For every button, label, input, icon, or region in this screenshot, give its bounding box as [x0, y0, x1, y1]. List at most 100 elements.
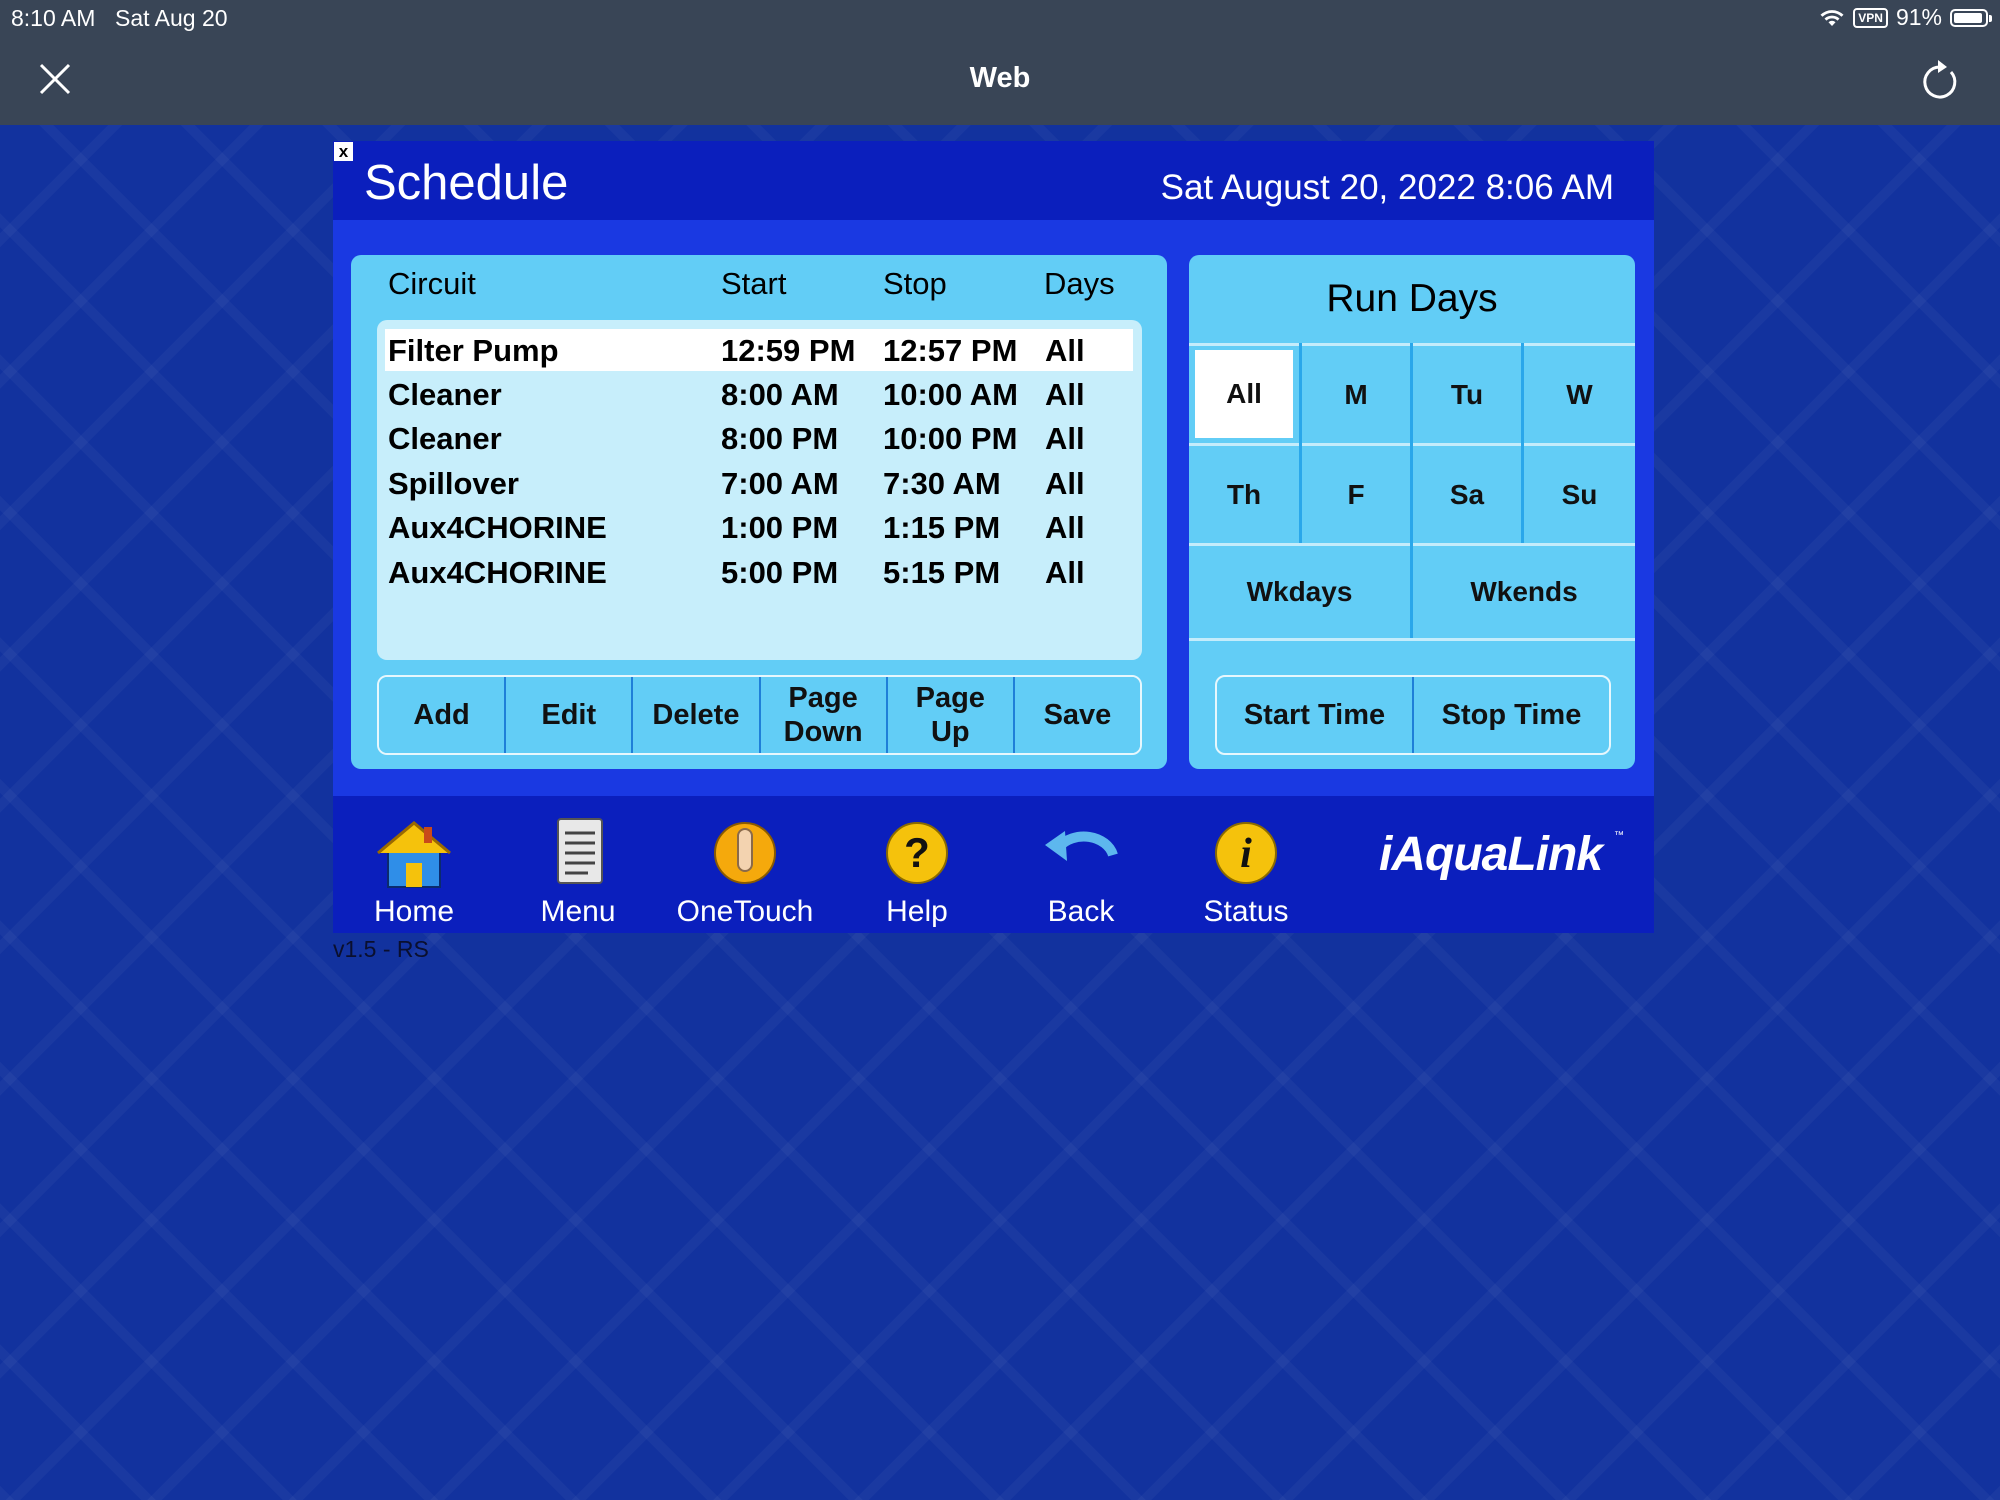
schedule-row[interactable]: Aux4CHORINE 5:00 PM 5:15 PM All: [385, 551, 1133, 593]
logo-trademark: ™: [1614, 830, 1624, 841]
current-datetime: Sat August 20, 2022 8:06 AM: [1160, 168, 1614, 207]
nav-status-label: Status: [1203, 895, 1289, 928]
cell-days: All: [1045, 377, 1085, 412]
day-f-button[interactable]: F: [1302, 446, 1410, 543]
day-sa-button[interactable]: Sa: [1413, 446, 1521, 543]
schedule-row[interactable]: Cleaner 8:00 AM 10:00 AM All: [385, 373, 1133, 415]
menu-icon: [557, 818, 603, 884]
cell-start: 12:59 PM: [721, 333, 856, 368]
nav-onetouch-button[interactable]: OneTouch: [673, 810, 818, 930]
day-all-button[interactable]: All: [1195, 350, 1293, 438]
browser-title: Web: [969, 62, 1031, 94]
day-su-button[interactable]: Su: [1524, 446, 1635, 543]
schedule-row[interactable]: Cleaner 8:00 PM 10:00 PM All: [385, 417, 1133, 459]
cell-stop: 1:15 PM: [883, 510, 1001, 545]
cell-circuit: Aux4CHORINE: [388, 510, 607, 545]
cell-start: 1:00 PM: [721, 510, 839, 545]
nav-home-label: Home: [373, 895, 455, 928]
nav-help-label: Help: [886, 895, 948, 928]
schedule-panel: Circuit Start Stop Days Filter Pump 12:5…: [351, 255, 1167, 769]
app-close-button[interactable]: x: [334, 142, 353, 161]
nav-menu-label: Menu: [540, 895, 616, 928]
run-days-panel: Run Days All M Tu W Th F Sa Su Wkdays Wk…: [1189, 255, 1635, 769]
home-icon: [377, 821, 451, 888]
cell-stop: 10:00 PM: [883, 421, 1018, 456]
status-time: 8:10 AM: [11, 5, 96, 31]
nav-home-button[interactable]: Home: [349, 810, 479, 930]
day-w-button[interactable]: W: [1524, 346, 1635, 443]
nav-back-label: Back: [1047, 895, 1115, 928]
page-up-label: Page Up: [915, 682, 985, 748]
battery-percent: 91%: [1895, 4, 1942, 30]
schedule-row[interactable]: Filter Pump 12:59 PM 12:57 PM All: [385, 329, 1133, 371]
add-button-label: Add: [413, 699, 470, 731]
delete-button[interactable]: Delete: [633, 677, 761, 753]
nav-back-button[interactable]: Back: [1016, 810, 1146, 930]
time-button-bar: Start Time Stop Time: [1215, 675, 1611, 755]
add-button[interactable]: Add: [379, 677, 507, 753]
version-label: v1.5 - RS: [333, 936, 429, 962]
page-down-button[interactable]: Page Down: [760, 677, 888, 753]
cell-start: 7:00 AM: [721, 466, 839, 501]
schedule-row[interactable]: Spillover 7:00 AM 7:30 AM All: [385, 462, 1133, 504]
logo-text: iAquaLink: [1379, 828, 1603, 881]
status-icon: i: [1215, 822, 1277, 884]
stop-time-button[interactable]: Stop Time: [1414, 677, 1609, 753]
help-icon: ?: [886, 822, 948, 884]
cell-days: All: [1045, 466, 1085, 501]
onetouch-icon: [714, 822, 776, 884]
page-title: Schedule: [364, 156, 569, 210]
schedule-row[interactable]: Aux4CHORINE 1:00 PM 1:15 PM All: [385, 506, 1133, 548]
schedule-app: x Schedule Sat August 20, 2022 8:06 AM C…: [333, 141, 1654, 933]
browser-header: 8:10 AM Sat Aug 20 VPN 91% Web: [0, 0, 2000, 125]
nav-help-button[interactable]: ? Help: [852, 810, 982, 930]
cell-start: 8:00 AM: [721, 377, 839, 412]
status-date: Sat Aug 20: [115, 5, 228, 31]
weekends-button[interactable]: Wkends: [1413, 546, 1635, 638]
cell-days: All: [1045, 510, 1085, 545]
reload-icon[interactable]: [1920, 58, 1960, 102]
cell-circuit: Aux4CHORINE: [388, 555, 607, 590]
cell-stop: 5:15 PM: [883, 555, 1001, 590]
cell-days: All: [1045, 333, 1085, 368]
vpn-badge: VPN: [1853, 7, 1888, 28]
cell-stop: 7:30 AM: [883, 466, 1001, 501]
iaqualink-logo: iAquaLink ™: [1379, 814, 1629, 894]
cell-stop: 12:57 PM: [883, 333, 1018, 368]
save-button-label: Save: [1043, 699, 1112, 731]
cell-start: 8:00 PM: [721, 421, 839, 456]
save-button[interactable]: Save: [1014, 677, 1140, 753]
run-days-title: Run Days: [1326, 277, 1498, 320]
svg-text:i: i: [1240, 831, 1252, 877]
cell-circuit: Spillover: [388, 466, 519, 501]
status-indicators: VPN 91%: [1819, 4, 1992, 31]
cell-circuit: Cleaner: [388, 421, 502, 456]
nav-menu-button[interactable]: Menu: [513, 810, 643, 930]
nav-status-button[interactable]: i Status: [1181, 810, 1311, 930]
column-header-days: Days: [1044, 266, 1115, 301]
content-area: Circuit Start Stop Days Filter Pump 12:5…: [333, 220, 1654, 796]
cell-circuit: Cleaner: [388, 377, 502, 412]
page-up-button[interactable]: Page Up: [887, 677, 1015, 753]
nav-onetouch-label: OneTouch: [676, 895, 814, 928]
weekdays-button[interactable]: Wkdays: [1189, 546, 1410, 638]
schedule-list: Filter Pump 12:59 PM 12:57 PM All Cleane…: [377, 320, 1142, 660]
svg-text:?: ?: [904, 829, 930, 876]
back-icon: [1045, 831, 1118, 861]
wifi-icon: [1820, 9, 1844, 26]
edit-button-label: Edit: [541, 699, 597, 731]
cell-start: 5:00 PM: [721, 555, 839, 590]
delete-button-label: Delete: [652, 699, 740, 731]
battery-icon: [1950, 8, 1992, 27]
day-th-button[interactable]: Th: [1189, 446, 1299, 543]
day-m-button[interactable]: M: [1302, 346, 1410, 443]
cell-days: All: [1045, 555, 1085, 590]
column-header-circuit: Circuit: [388, 266, 476, 301]
column-header-start: Start: [721, 266, 787, 301]
edit-button[interactable]: Edit: [506, 677, 634, 753]
start-time-button[interactable]: Start Time: [1217, 677, 1414, 753]
column-header-stop: Stop: [883, 266, 947, 301]
day-tu-button[interactable]: Tu: [1413, 346, 1521, 443]
schedule-button-bar: Add Edit Delete Page Down Page Up Save: [377, 675, 1142, 755]
cell-stop: 10:00 AM: [883, 377, 1018, 412]
